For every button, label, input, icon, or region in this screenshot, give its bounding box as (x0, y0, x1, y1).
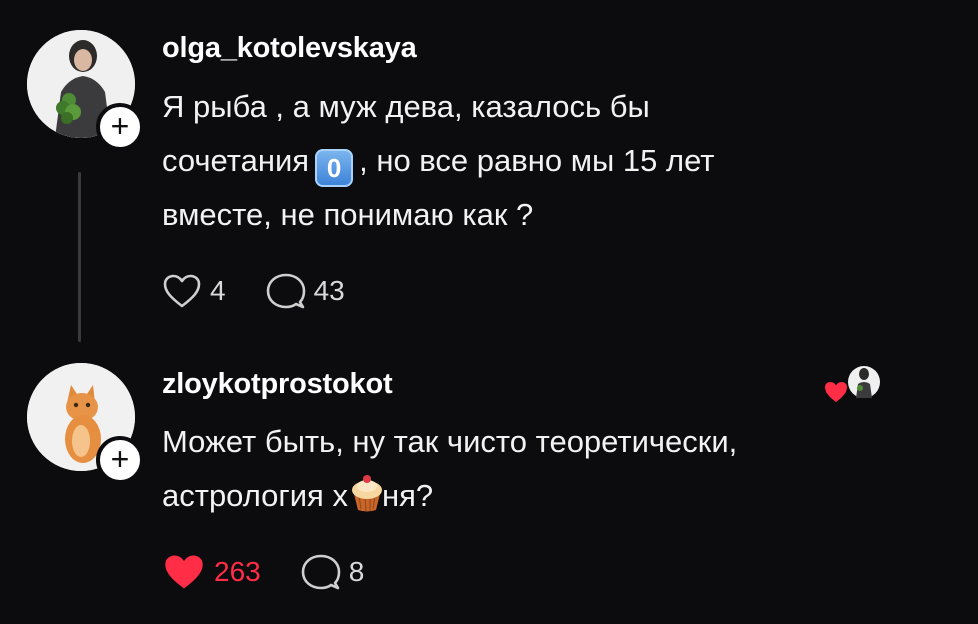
post-actions-olga: 4 43 (162, 272, 345, 310)
plus-icon: + (110, 107, 130, 144)
plus-icon: + (110, 440, 130, 477)
post-text-zloykot: Может быть, ну так чисто теоретически, а… (162, 415, 737, 523)
author-liked-heart-icon (825, 366, 880, 402)
heart-icon (163, 274, 201, 308)
like-count: 4 (210, 275, 226, 306)
author-liked-indicator (820, 360, 884, 410)
post-text-segment: ня? (381, 478, 434, 513)
post-text-olga: Я рыба , а муж дева, казалось бы сочетан… (162, 80, 715, 242)
post-text-segment: астрология х (162, 478, 348, 513)
post-olga: + olga_kotolevskaya Я рыба , а муж дева,… (0, 0, 978, 342)
comment-count: 8 (348, 556, 365, 587)
follow-button-olga[interactable]: + (96, 103, 144, 151)
post-text-segment: , но все равно мы 15 лет (359, 143, 715, 178)
post-actions-zloykot: 263 8 (162, 552, 364, 592)
post-text-line: Может быть, ну так чисто теоретически, (162, 424, 738, 459)
post-text-line: астрология х ня? (162, 469, 737, 523)
thread-connector-line (78, 172, 81, 342)
like-button-zloykot[interactable]: 263 (162, 552, 261, 592)
post-zloykot: + zloykotprostokot Может быть, ну так чи… (0, 340, 978, 624)
follow-button-zloykot[interactable]: + (96, 436, 144, 484)
comment-button-zloykot[interactable]: 8 (301, 553, 365, 591)
post-text-line: вместе, не понимаю как ? (162, 197, 534, 232)
post-text-line: Я рыба , а муж дева, казалось бы (162, 89, 650, 124)
username-olga[interactable]: olga_kotolevskaya (162, 32, 417, 65)
comment-bubble-icon (301, 554, 341, 590)
post-text-line: сочетания 0, но все равно мы 15 лет (162, 134, 715, 188)
heart-icon-liked (165, 555, 203, 589)
keycap-zero-emoji: 0 (315, 149, 354, 187)
like-count: 263 (214, 556, 261, 587)
username-zloykot[interactable]: zloykotprostokot (162, 368, 393, 401)
comment-bubble-icon (266, 273, 305, 309)
comment-count: 43 (313, 275, 345, 306)
post-text-segment: сочетания (162, 143, 310, 178)
like-button-olga[interactable]: 4 (162, 273, 226, 309)
comment-button-olga[interactable]: 43 (266, 272, 345, 310)
